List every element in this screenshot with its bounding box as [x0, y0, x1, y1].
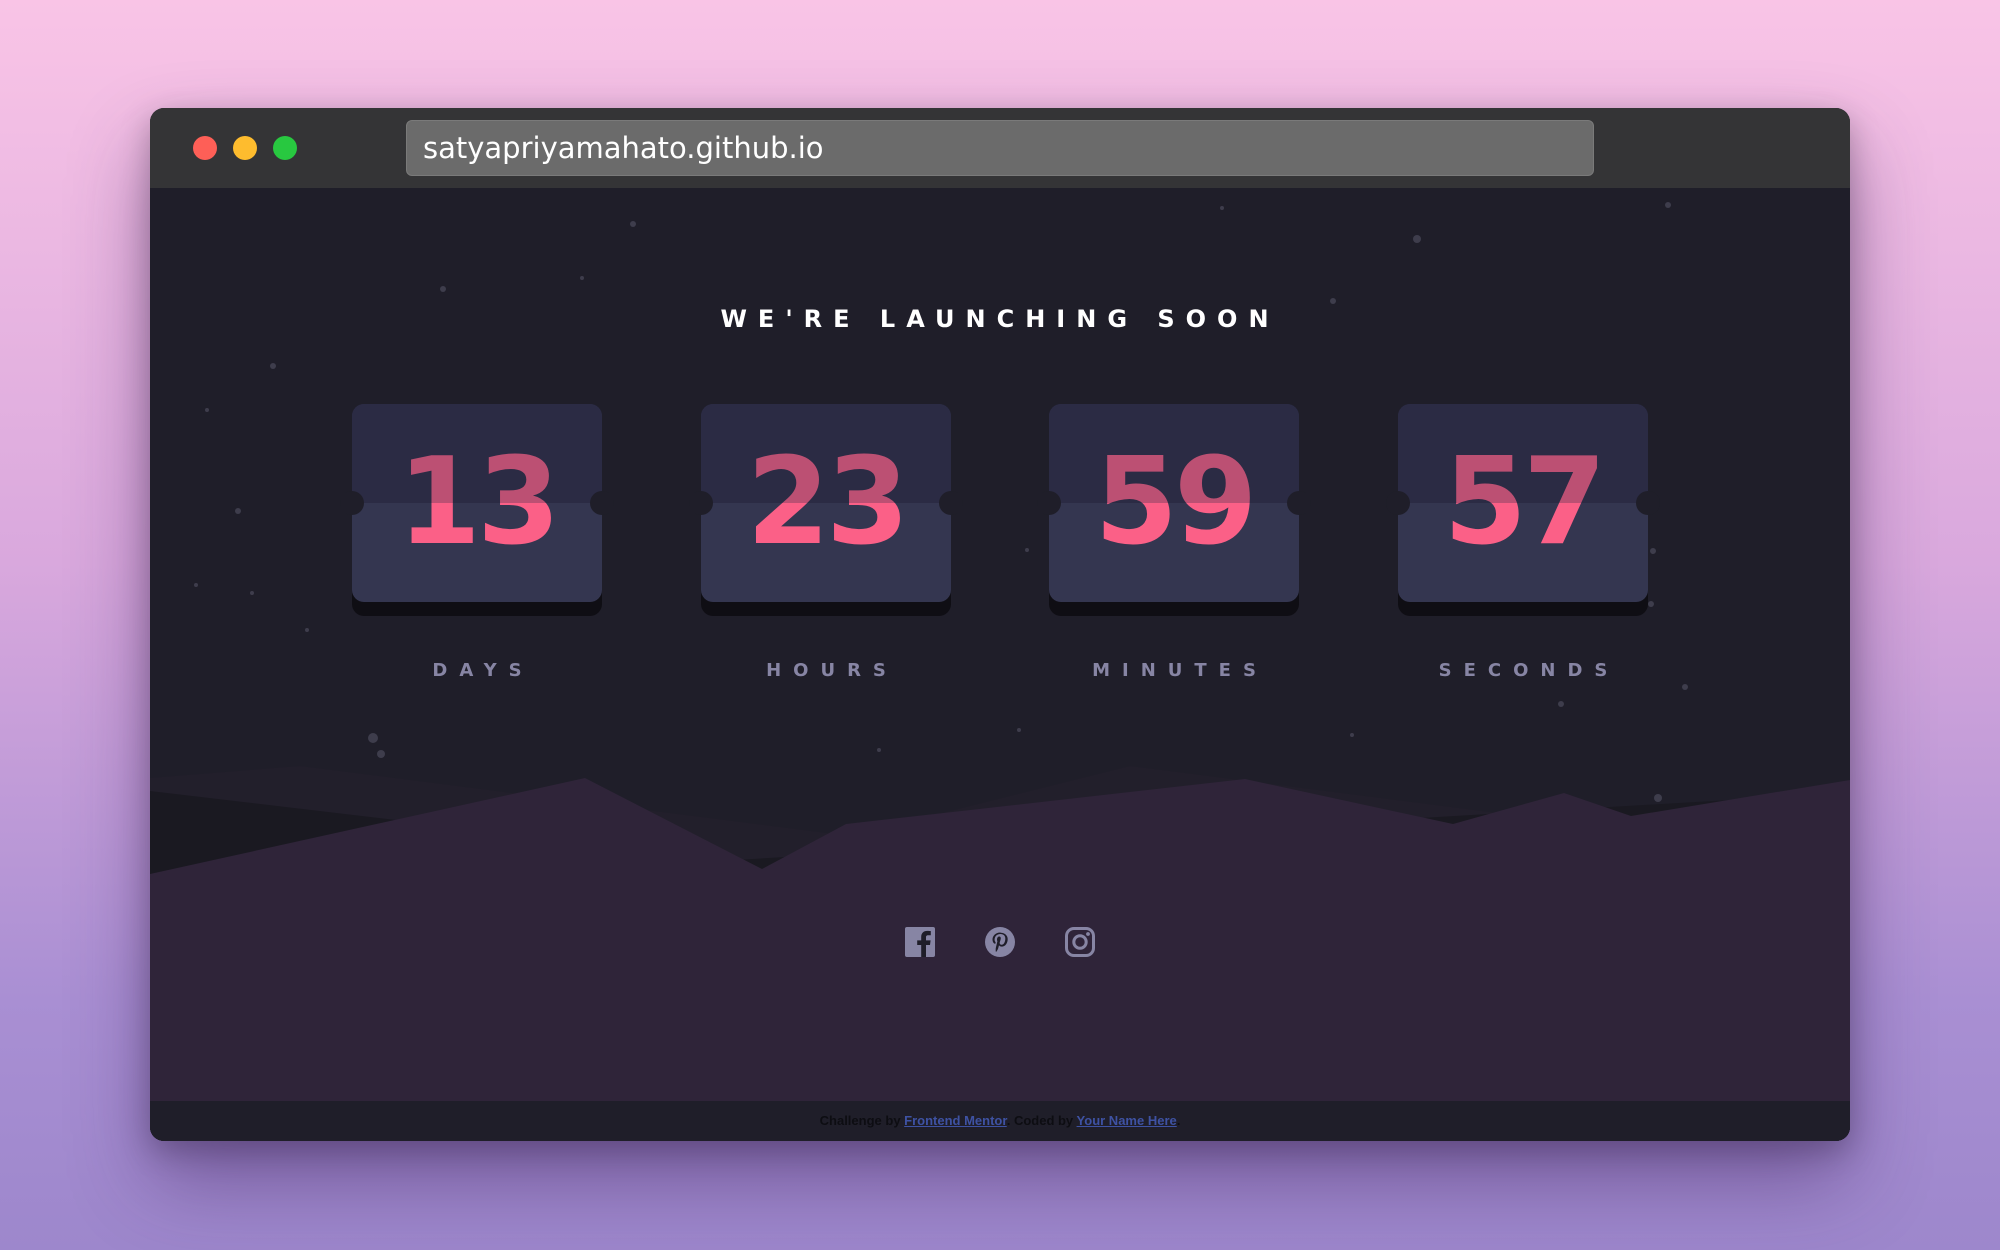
page-headline: WE'RE LAUNCHING SOON	[720, 305, 1280, 333]
countdown-hours: 23 HOURS	[689, 404, 963, 681]
countdown-label: SECONDS	[1438, 660, 1620, 681]
flip-card: 13	[340, 404, 614, 616]
instagram-icon[interactable]	[1064, 926, 1096, 958]
flip-card: 59	[1037, 404, 1311, 616]
attribution-footer: Challenge by Frontend Mentor. Coded by Y…	[150, 1101, 1850, 1141]
countdown-label: DAYS	[432, 660, 534, 681]
browser-window: satyapriyamahato.github.io WE'RE LAUNCHI…	[150, 108, 1850, 1141]
maximize-window-button[interactable]	[273, 136, 297, 160]
flip-card: 57	[1386, 404, 1660, 616]
flip-card: 23	[689, 404, 963, 616]
front-hills	[150, 778, 1850, 1141]
author-link[interactable]: Your Name Here	[1077, 1113, 1177, 1128]
attribution-prefix: Challenge by	[819, 1113, 905, 1128]
countdown-minutes: 59 MINUTES	[1037, 404, 1311, 681]
countdown-days: 13 DAYS	[340, 404, 614, 681]
address-bar[interactable]: satyapriyamahato.github.io	[406, 120, 1594, 176]
attribution-suffix: .	[1176, 1113, 1181, 1128]
countdown-label: MINUTES	[1092, 660, 1268, 681]
countdown-seconds: 57 SECONDS	[1386, 404, 1660, 681]
launch-page: WE'RE LAUNCHING SOON 13 DAYS 23 HOURS 59 MINU…	[150, 188, 1850, 1141]
facebook-icon[interactable]	[904, 926, 936, 958]
close-window-button[interactable]	[193, 136, 217, 160]
social-links	[150, 926, 1850, 958]
browser-titlebar: satyapriyamahato.github.io	[150, 108, 1850, 188]
pinterest-icon[interactable]	[984, 926, 1016, 958]
countdown-label: HOURS	[766, 660, 898, 681]
minimize-window-button[interactable]	[233, 136, 257, 160]
attribution-middle: . Coded by	[1006, 1113, 1077, 1128]
frontend-mentor-link[interactable]: Frontend Mentor	[904, 1113, 1007, 1128]
